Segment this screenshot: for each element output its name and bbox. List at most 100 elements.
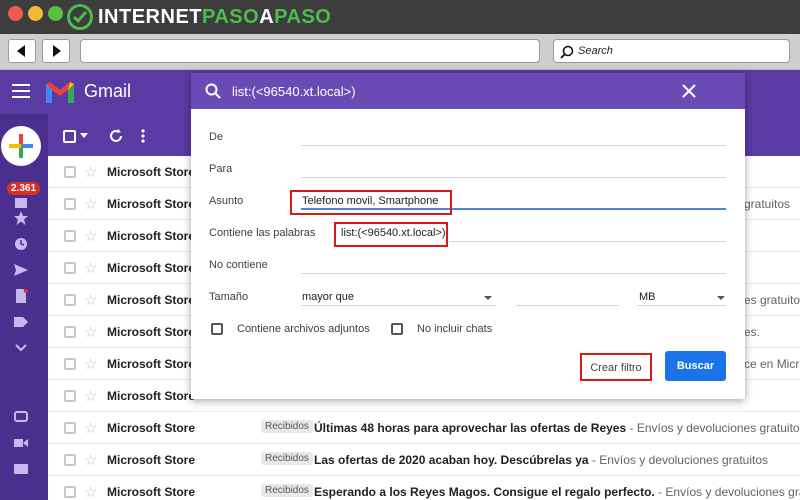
- brand-logo-icon: [67, 4, 93, 30]
- gmail-logo-icon: [46, 82, 74, 103]
- back-button[interactable]: [8, 39, 36, 63]
- star-icon[interactable]: ☆: [84, 419, 97, 437]
- search-button[interactable]: Buscar: [665, 351, 726, 381]
- no-chats-checkbox-label: No incluir chats: [417, 323, 493, 335]
- inbox-label-badge: Recibidos: [261, 484, 313, 497]
- email-subject: Últimas 48 horas para aprovechar las ofe…: [314, 421, 800, 435]
- compose-button[interactable]: [1, 126, 41, 166]
- subject-field[interactable]: Telefono movil, Smartphone: [302, 195, 438, 207]
- star-icon[interactable]: ☆: [84, 451, 97, 469]
- no-chats-checkbox[interactable]: [391, 323, 403, 335]
- email-sender: Microsoft Store: [107, 453, 196, 467]
- forward-button[interactable]: [42, 39, 70, 63]
- row-checkbox[interactable]: [64, 358, 76, 370]
- inbox-icon[interactable]: [14, 196, 28, 210]
- star-icon[interactable]: ☆: [84, 259, 97, 277]
- send-icon[interactable]: [14, 263, 28, 277]
- email-subject-text: Esperando a los Reyes Magos. Consigue el…: [314, 485, 655, 499]
- chat-icon[interactable]: [14, 410, 28, 424]
- row-checkbox[interactable]: [64, 230, 76, 242]
- from-field[interactable]: [301, 145, 726, 146]
- brand-part: A: [259, 6, 275, 28]
- email-snippet-tail: es.: [744, 325, 761, 339]
- select-menu-caret-icon[interactable]: [80, 133, 88, 138]
- row-checkbox[interactable]: [64, 262, 76, 274]
- inbox-label-badge: Recibidos: [261, 452, 313, 465]
- hamburger-menu-icon[interactable]: [12, 84, 30, 98]
- size-unit-underline: [637, 305, 726, 306]
- row-checkbox[interactable]: [64, 166, 76, 178]
- to-label: Para: [209, 163, 233, 175]
- row-checkbox[interactable]: [64, 390, 76, 402]
- close-window-button[interactable]: [8, 6, 23, 21]
- attachments-checkbox[interactable]: [211, 323, 223, 335]
- has-words-underline: [449, 241, 726, 242]
- star-icon[interactable]: ☆: [84, 483, 97, 500]
- clock-icon[interactable]: [14, 237, 28, 251]
- email-snippet-tail: gratuitos: [744, 197, 791, 211]
- star-icon[interactable]: [14, 211, 28, 225]
- doesnt-have-label: No contiene: [209, 259, 268, 271]
- email-snippet: - Envíos y devoluciones gratuitos: [626, 421, 800, 435]
- has-words-field[interactable]: list:(<96540.xt.local>): [341, 227, 446, 239]
- email-snippet-tail: es gratuitos: [744, 293, 800, 307]
- draft-icon[interactable]: [14, 289, 28, 303]
- row-checkbox[interactable]: [64, 294, 76, 306]
- email-sender: Microsoft Store: [107, 261, 196, 275]
- row-checkbox[interactable]: [64, 422, 76, 434]
- brand-part: PASO: [202, 6, 260, 28]
- star-icon[interactable]: ☆: [84, 195, 97, 213]
- email-sender: Microsoft Store: [107, 165, 196, 179]
- window-titlebar: INTERNETPASOAPASO: [0, 0, 800, 34]
- star-icon[interactable]: ☆: [84, 387, 97, 405]
- refresh-icon[interactable]: [108, 128, 124, 144]
- gmail-app-name: Gmail: [84, 81, 132, 101]
- keyboard-icon[interactable]: [14, 462, 28, 476]
- search-query-input[interactable]: list:(<96540.xt.local>): [232, 84, 356, 99]
- size-unit-select[interactable]: MB: [639, 291, 656, 303]
- chevron-down-icon[interactable]: [717, 296, 725, 300]
- email-row[interactable]: ☆ Microsoft Store Recibidos Últimas 48 h…: [48, 412, 800, 444]
- email-sender: Microsoft Store: [107, 485, 196, 499]
- row-checkbox[interactable]: [64, 454, 76, 466]
- advanced-search-dialog: list:(<96540.xt.local>) De Para Asunto T…: [191, 73, 745, 399]
- brand-part: PASO: [274, 6, 332, 28]
- video-icon[interactable]: [14, 436, 28, 450]
- size-operator-select[interactable]: mayor que: [302, 291, 354, 303]
- email-sender: Microsoft Store: [107, 389, 196, 403]
- search-icon[interactable]: [205, 83, 221, 99]
- email-sender: Microsoft Store: [107, 325, 196, 339]
- maximize-window-button[interactable]: [48, 6, 63, 21]
- row-checkbox[interactable]: [64, 198, 76, 210]
- browser-search-input[interactable]: Search: [553, 39, 790, 63]
- star-icon[interactable]: ☆: [84, 227, 97, 245]
- email-subject-text: Las ofertas de 2020 acaban hoy. Descúbre…: [314, 453, 589, 467]
- label-icon[interactable]: [14, 315, 28, 329]
- email-sender: Microsoft Store: [107, 357, 196, 371]
- plus-icon: [9, 134, 33, 158]
- star-icon[interactable]: ☆: [84, 355, 97, 373]
- star-icon[interactable]: ☆: [84, 323, 97, 341]
- select-all-checkbox[interactable]: [63, 130, 76, 143]
- brand-part: INTERNET: [98, 6, 202, 28]
- row-checkbox[interactable]: [64, 486, 76, 498]
- more-options-icon[interactable]: [140, 128, 146, 144]
- chevron-down-icon[interactable]: [484, 296, 492, 300]
- close-icon[interactable]: [682, 84, 696, 98]
- row-checkbox[interactable]: [64, 326, 76, 338]
- dialog-search-header: list:(<96540.xt.local>): [191, 73, 745, 109]
- create-filter-button[interactable]: Crear filtro: [580, 353, 652, 381]
- email-sender: Microsoft Store: [107, 293, 196, 307]
- email-sender: Microsoft Store: [107, 229, 196, 243]
- email-row[interactable]: ☆ Microsoft Store Recibidos Esperando a …: [48, 476, 800, 500]
- search-icon: [560, 45, 574, 59]
- to-field[interactable]: [301, 177, 726, 178]
- chevron-down-icon[interactable]: [14, 341, 28, 355]
- star-icon[interactable]: ☆: [84, 291, 97, 309]
- address-bar[interactable]: [80, 39, 540, 63]
- minimize-window-button[interactable]: [28, 6, 43, 21]
- doesnt-have-field[interactable]: [301, 273, 726, 274]
- email-row[interactable]: ☆ Microsoft Store Recibidos Las ofertas …: [48, 444, 800, 476]
- size-value-field[interactable]: [516, 305, 619, 306]
- star-icon[interactable]: ☆: [84, 163, 97, 181]
